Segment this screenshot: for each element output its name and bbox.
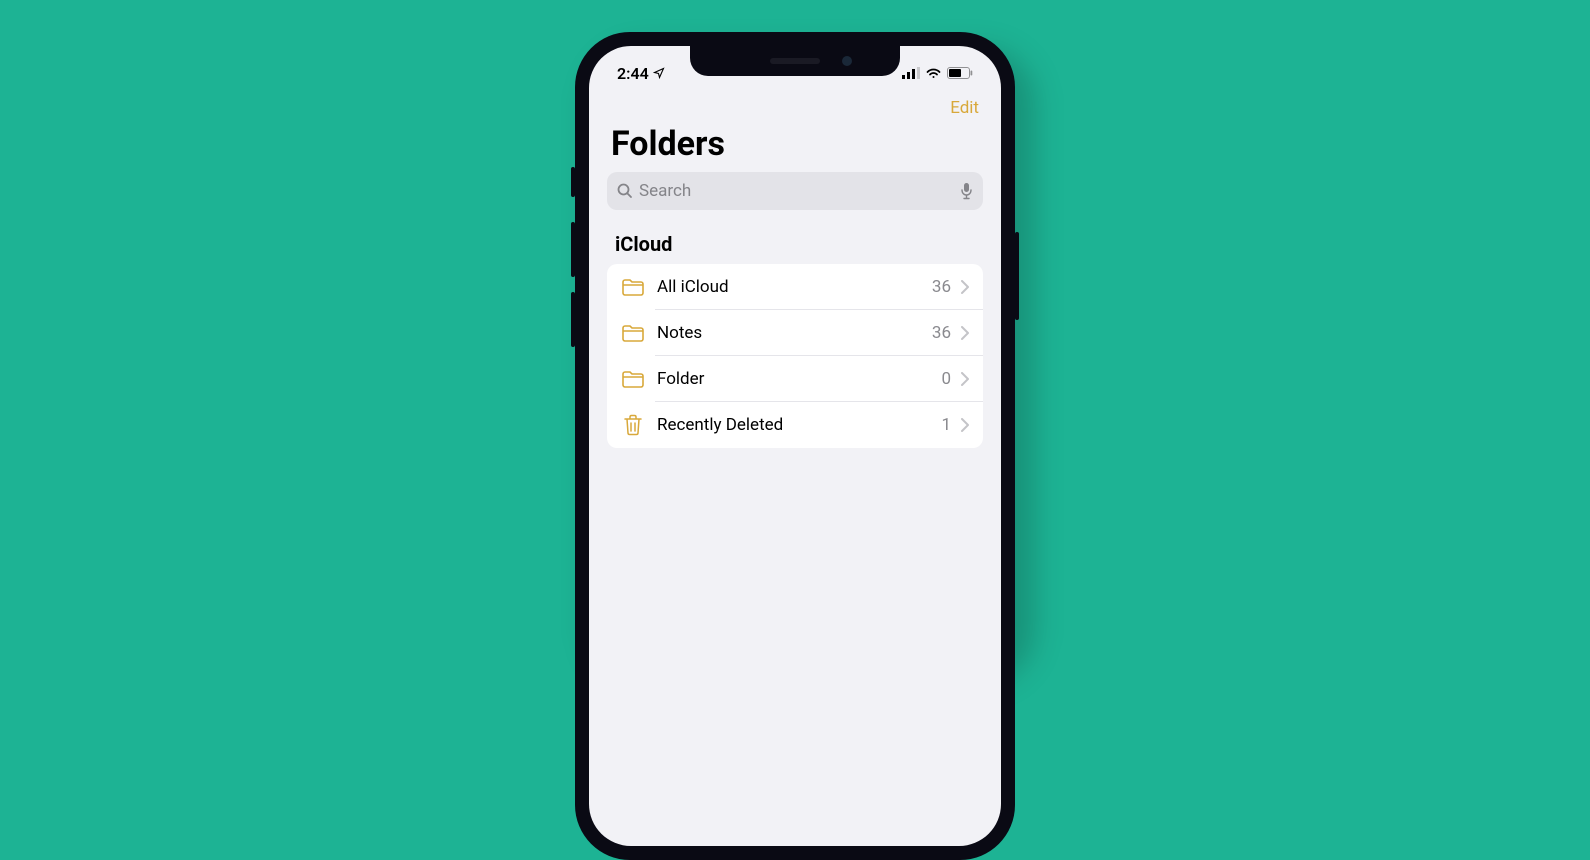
nav-bar: Edit <box>589 90 1001 118</box>
cellular-icon <box>902 67 920 79</box>
folder-count: 36 <box>932 277 951 297</box>
phone-screen: 2:44 <box>589 46 1001 846</box>
search-input[interactable]: Search <box>607 172 983 210</box>
folder-row-all-icloud[interactable]: All iCloud 36 <box>607 264 983 310</box>
volume-up-button <box>571 222 575 277</box>
folder-name: Recently Deleted <box>657 415 941 435</box>
folder-count: 36 <box>932 323 951 343</box>
edit-button[interactable]: Edit <box>950 98 979 118</box>
battery-icon <box>947 67 973 79</box>
wifi-icon <box>925 67 942 79</box>
folder-list: All iCloud 36 Notes 36 <box>607 264 983 448</box>
search-icon <box>617 183 633 199</box>
status-time: 2:44 <box>617 64 649 83</box>
search-placeholder: Search <box>639 181 960 201</box>
folder-name: All iCloud <box>657 277 932 297</box>
location-icon <box>653 67 665 79</box>
chevron-right-icon <box>961 326 969 340</box>
folder-row-notes[interactable]: Notes 36 <box>607 310 983 356</box>
chevron-right-icon <box>961 280 969 294</box>
notch <box>690 46 900 76</box>
dictation-icon[interactable] <box>960 182 973 200</box>
folder-count: 1 <box>941 415 951 435</box>
folder-icon <box>621 278 645 296</box>
folder-row-folder[interactable]: Folder 0 <box>607 356 983 402</box>
section-header-icloud: iCloud <box>589 210 1001 264</box>
folder-name: Folder <box>657 369 941 389</box>
phone-frame: 2:44 <box>575 32 1015 860</box>
chevron-right-icon <box>961 372 969 386</box>
folder-name: Notes <box>657 323 932 343</box>
silent-switch <box>571 167 575 197</box>
power-button <box>1015 232 1019 320</box>
page-title: Folders <box>589 118 1001 172</box>
volume-down-button <box>571 292 575 347</box>
folder-icon <box>621 324 645 342</box>
folder-icon <box>621 370 645 388</box>
folder-row-recently-deleted[interactable]: Recently Deleted 1 <box>607 402 983 448</box>
folder-count: 0 <box>941 369 951 389</box>
chevron-right-icon <box>961 418 969 432</box>
trash-icon <box>621 414 645 436</box>
